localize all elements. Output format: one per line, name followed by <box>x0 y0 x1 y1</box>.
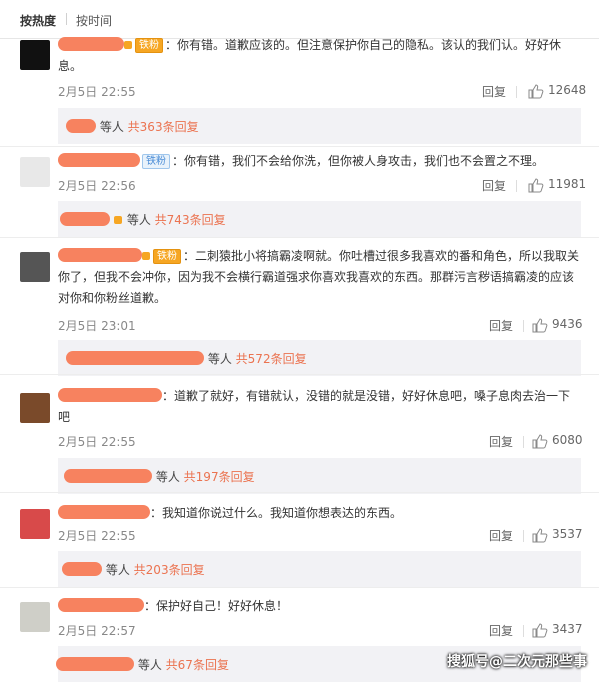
redacted-username[interactable] <box>58 388 162 402</box>
redacted-username <box>66 119 96 133</box>
view-replies-link[interactable]: 共743条回复 <box>155 213 226 227</box>
reply-summary: 等人 共197条回复 <box>58 458 581 494</box>
view-replies-link[interactable]: 共197条回复 <box>184 470 255 484</box>
replies-suffix: 等人 <box>155 470 180 484</box>
comment-meta: 2月5日 22:55 回复 12648 <box>58 83 586 101</box>
reply-button[interactable]: 回复 <box>489 317 513 334</box>
avatar[interactable] <box>20 602 50 632</box>
meta-divider <box>516 86 517 98</box>
like-count: 9436 <box>552 317 583 331</box>
reply-button[interactable]: 回复 <box>489 433 513 450</box>
comment-meta: 2月5日 22:55 回复 6080 <box>58 433 583 451</box>
meta-divider <box>523 625 524 637</box>
crown-icon <box>142 252 150 260</box>
replies-suffix: 等人 <box>99 120 124 134</box>
redacted-username <box>66 351 204 365</box>
redacted-username[interactable] <box>58 37 124 51</box>
comment-item: 铁粉 ：你有错，我们不会给你洗，但你被人身攻击，我们也不会置之不理。 2月5日 2… <box>0 147 599 239</box>
tab-hot[interactable]: 按热度 <box>20 12 56 29</box>
redacted-username[interactable] <box>58 153 140 167</box>
comment-meta: 2月5日 22:57 回复 3437 <box>58 622 583 640</box>
thumbs-up-icon <box>528 84 544 99</box>
comment-body: 铁粉 ：你有错。道歉应该的。但注意保护你自己的隐私。该认的我们认。好好休息。 <box>58 35 581 77</box>
replies-suffix: 等人 <box>207 352 232 366</box>
view-replies-link[interactable]: 共203条回复 <box>134 563 205 577</box>
redacted-username[interactable] <box>58 505 150 519</box>
crown-icon <box>114 216 122 224</box>
like-count: 12648 <box>548 83 587 97</box>
meta-divider <box>523 436 524 448</box>
redacted-username <box>60 212 110 226</box>
reply-summary: 等人 共572条回复 <box>58 340 581 376</box>
avatar[interactable] <box>20 252 50 282</box>
tab-divider <box>66 13 67 25</box>
redacted-username[interactable] <box>58 598 144 612</box>
meta-divider <box>523 320 524 332</box>
comment-text: ：保护好自己！好好休息！ <box>144 599 289 613</box>
comment-text: ：我知道你说过什么。我知道你想表达的东西。 <box>150 506 403 520</box>
reply-summary: 等人 共363条回复 <box>58 108 581 144</box>
thumbs-up-icon <box>528 178 544 193</box>
meta-divider <box>523 530 524 542</box>
comment-item: 铁粉 ：你有错。道歉应该的。但注意保护你自己的隐私。该认的我们认。好好休息。 2月… <box>0 35 599 148</box>
view-replies-link[interactable]: 共67条回复 <box>166 658 229 672</box>
comment-date: 2月5日 22:56 <box>58 179 136 193</box>
comment-meta: 2月5日 22:56 回复 11981 <box>58 177 586 195</box>
comment-text: ：你有错。道歉应该的。但注意保护你自己的隐私。该认的我们认。好好休息。 <box>58 38 562 73</box>
comment-meta: 2月5日 23:01 回复 9436 <box>58 317 583 335</box>
comment-item: 铁粉 ：二刺猿批小将搞霸凌啊就。你吐槽过很多我喜欢的番和角色，所以我取关你了，但我… <box>0 238 599 376</box>
thumbs-up-icon <box>532 318 548 333</box>
avatar[interactable] <box>20 40 50 70</box>
fan-badge: 铁粉 <box>135 38 163 53</box>
avatar[interactable] <box>20 509 50 539</box>
reply-button[interactable]: 回复 <box>482 83 506 100</box>
reply-button[interactable]: 回复 <box>482 177 506 194</box>
like-count: 6080 <box>552 433 583 447</box>
reply-button[interactable]: 回复 <box>489 622 513 639</box>
tab-time[interactable]: 按时间 <box>76 12 112 29</box>
avatar[interactable] <box>20 157 50 187</box>
redacted-username <box>64 469 152 483</box>
comment-body: 铁粉 ：你有错，我们不会给你洗，但你被人身攻击，我们也不会置之不理。 <box>58 151 581 172</box>
view-replies-link[interactable]: 共363条回复 <box>128 120 199 134</box>
comment-body: ：我知道你说过什么。我知道你想表达的东西。 <box>58 503 581 524</box>
replies-suffix: 等人 <box>137 658 162 672</box>
thumbs-up-icon <box>532 528 548 543</box>
crown-icon <box>124 41 132 49</box>
reply-button[interactable]: 回复 <box>489 527 513 544</box>
reply-summary: 等人 共743条回复 <box>58 201 581 237</box>
comment-date: 2月5日 22:55 <box>58 435 136 449</box>
thumbs-up-icon <box>532 623 548 638</box>
view-replies-link[interactable]: 共572条回复 <box>236 352 307 366</box>
redacted-username[interactable] <box>58 248 142 262</box>
comment-date: 2月5日 23:01 <box>58 319 136 333</box>
comment-date: 2月5日 22:55 <box>58 529 136 543</box>
comment-date: 2月5日 22:57 <box>58 624 136 638</box>
comment-body: ：保护好自己！好好休息！ <box>58 596 581 617</box>
comment-item: ：道歉了就好，有错就认，没错的就是没错，好好休息吧，嗓子息肉去治一下吧 2月5日… <box>0 375 599 494</box>
like-count: 3537 <box>552 527 583 541</box>
comment-date: 2月5日 22:55 <box>58 85 136 99</box>
comment-text: ：你有错，我们不会给你洗，但你被人身攻击，我们也不会置之不理。 <box>172 154 545 168</box>
fan-badge: 铁粉 <box>153 249 181 264</box>
watermark: 搜狐号@二次元那些事 <box>447 654 587 670</box>
comment-item: ：我知道你说过什么。我知道你想表达的东西。 2月5日 22:55 回复 3537… <box>0 493 599 587</box>
thumbs-up-icon <box>532 434 548 449</box>
redacted-username <box>56 657 134 671</box>
comment-body: ：道歉了就好，有错就认，没错的就是没错，好好休息吧，嗓子息肉去治一下吧 <box>58 386 581 428</box>
meta-divider <box>516 180 517 192</box>
sort-tabs: 按热度 按时间 <box>0 0 599 39</box>
avatar[interactable] <box>20 393 50 423</box>
fan-badge: 铁粉 <box>142 154 170 169</box>
like-count: 3437 <box>552 622 583 636</box>
reply-summary: 等人 共203条回复 <box>58 551 581 587</box>
like-count: 11981 <box>548 177 587 191</box>
replies-suffix: 等人 <box>105 563 130 577</box>
comment-body: 铁粉 ：二刺猿批小将搞霸凌啊就。你吐槽过很多我喜欢的番和角色，所以我取关你了，但我… <box>58 246 581 309</box>
comment-meta: 2月5日 22:55 回复 3537 <box>58 527 583 545</box>
replies-suffix: 等人 <box>126 213 151 227</box>
redacted-username <box>62 562 102 576</box>
